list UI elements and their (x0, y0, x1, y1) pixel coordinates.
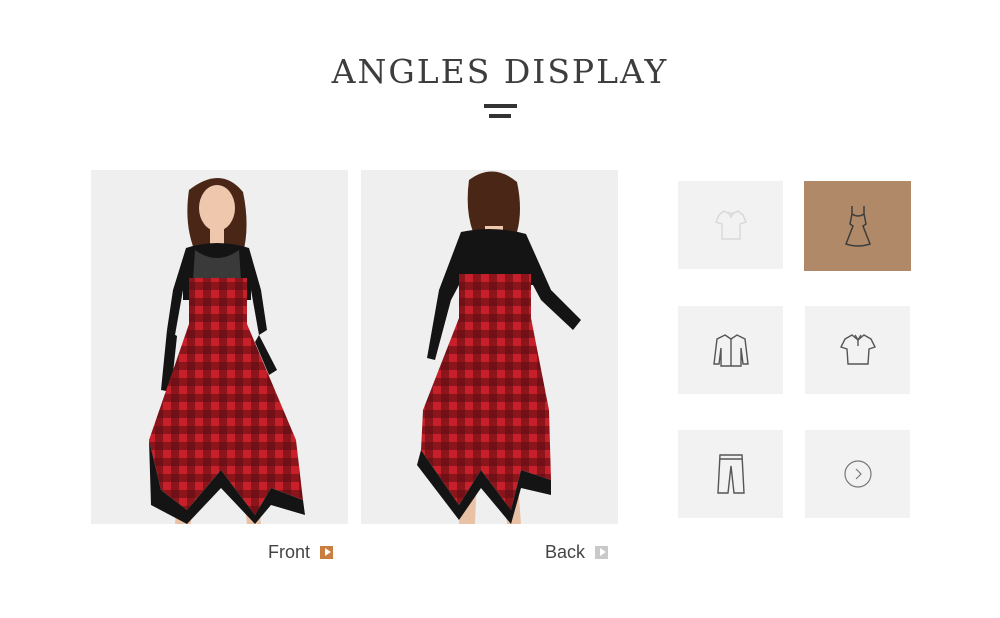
back-view-link[interactable]: Back (545, 540, 609, 564)
thumbnail-polo-shirt[interactable] (805, 306, 910, 394)
pants-icon (716, 454, 745, 494)
shirt-icon (712, 334, 749, 367)
front-view-label: Front (268, 541, 311, 562)
thumbnail-dress[interactable] (804, 181, 911, 271)
title-divider-icon (484, 104, 517, 120)
chevron-right-icon (843, 460, 872, 488)
front-view-photo (91, 170, 348, 524)
play-icon (595, 545, 609, 559)
back-view-label: Back (545, 541, 586, 562)
polo-shirt-icon (839, 334, 876, 365)
play-icon (320, 545, 334, 559)
thumbnail-pants[interactable] (678, 430, 783, 518)
back-view-photo (361, 170, 618, 524)
page-title: ANGLES DISPLAY (331, 52, 669, 91)
thumbnail-tshirt[interactable] (678, 181, 783, 269)
tshirt-icon (714, 210, 747, 240)
dress-icon (844, 206, 871, 247)
thumbnail-shirt[interactable] (678, 306, 783, 394)
front-view-link[interactable]: Front (268, 540, 334, 564)
next-thumbnail-button[interactable] (805, 430, 910, 518)
